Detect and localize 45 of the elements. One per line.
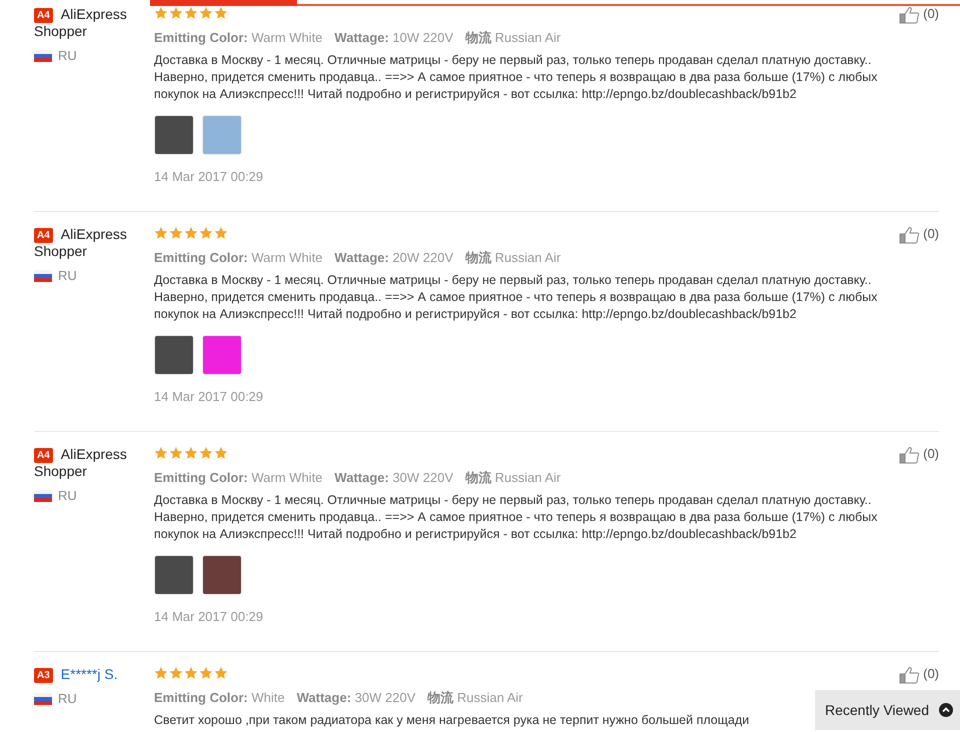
country-code: RU: [58, 488, 77, 503]
thumbs-up-icon[interactable]: [899, 446, 922, 464]
flag-icon: [34, 692, 52, 704]
country-code: RU: [58, 691, 77, 706]
photo-placeholder[interactable]: [154, 335, 194, 375]
review-text: Доставка в Москву - 1 месяц. Отличные матрицы - беру не первый раз, только теперь продаван сделал платную доставку.. Наверно, придется сменить продавца.. ==>> А самое приятное - что теперь я возвращаю в два раза больше (17%) с любых покупок на Алиэкспресс!!! Читай подробно и регистрируйся - вот ссылка: http://epngo.bz/doublecashback/b91b2: [154, 272, 878, 323]
like-count: (0): [923, 226, 939, 241]
thumbs-up-icon[interactable]: [899, 226, 922, 244]
spec-item: Emitting Color: Warm White: [154, 30, 323, 46]
spec-item: 物流 Russian Air: [427, 690, 523, 706]
chevron-icon: [939, 703, 954, 717]
spec-item: Wattage: 10W 220V: [334, 30, 454, 46]
flag-icon: [34, 50, 52, 62]
like-count: (0): [923, 6, 939, 21]
review-text: Доставка в Москву - 1 месяц. Отличные матрицы - беру не первый раз, только теперь продаван сделал платную доставку.. Наверно, придется сменить продавца.. ==>> А самое приятное - что теперь я возвращаю в два раза больше (17%) с любых покупок на Алиэкспресс!!! Читай подробно и регистрируйся - вот ссылка: http://epngo.bz/doublecashback/b91b2: [154, 52, 878, 103]
review-text: Доставка в Москву - 1 месяц. Отличные матрицы - беру не первый раз, только теперь продаван сделал платную доставку.. Наверно, придется сменить продавца.. ==>> А самое приятное - что теперь я возвращаю в два раза больше (17%) с любых покупок на Алиэкспресс!!! Читай подробно и регистрируйся - вот ссылка: http://epngo.bz/doublecashback/b91b2: [154, 492, 878, 543]
country-code: RU: [58, 268, 77, 283]
like-count: (0): [923, 666, 939, 681]
thumbs-up-icon[interactable]: [899, 6, 922, 24]
country-code: RU: [58, 48, 77, 63]
review-date: 14 Mar 2017 00:29: [154, 169, 264, 185]
spec-item: 物流 Russian Air: [465, 470, 561, 486]
photo-placeholder[interactable]: [154, 555, 194, 595]
spec-item: 物流 Russian Air: [465, 30, 561, 46]
reviewer-name-link[interactable]: A3 E*****j S.: [34, 666, 154, 683]
review-text: Светит хорошо ,при таком радиатора как у меня нагревается рука не терпит нужно большей площади: [154, 712, 750, 729]
spec-item: Emitting Color: Warm White: [154, 470, 323, 486]
spec-item: Wattage: 20W 220V: [334, 250, 454, 266]
like-count: (0): [923, 446, 939, 461]
spec-item: Wattage: 30W 220V: [296, 690, 416, 706]
reviewer-name: A4 AliExpress Shopper: [34, 446, 128, 480]
flag-icon: [34, 270, 52, 282]
thumbs-up-icon[interactable]: [899, 666, 922, 684]
photo-placeholder[interactable]: [154, 115, 194, 155]
photo-placeholder[interactable]: [202, 555, 242, 595]
spec-item: Emitting Color: White: [154, 690, 285, 706]
reviewer-name: A4 AliExpress Shopper: [34, 6, 128, 40]
spec-item: 物流 Russian Air: [465, 250, 561, 266]
spec-item: Wattage: 30W 220V: [334, 470, 454, 486]
review-date: 14 Mar 2017 00:29: [154, 389, 264, 405]
spec-item: Emitting Color: Warm White: [154, 250, 323, 266]
reviewer-name: A4 AliExpress Shopper: [34, 226, 128, 260]
recently-viewed-button[interactable]: Recently Viewed: [815, 690, 960, 730]
review-date: 14 Mar 2017 00:29: [154, 609, 264, 625]
flag-icon: [34, 490, 52, 502]
